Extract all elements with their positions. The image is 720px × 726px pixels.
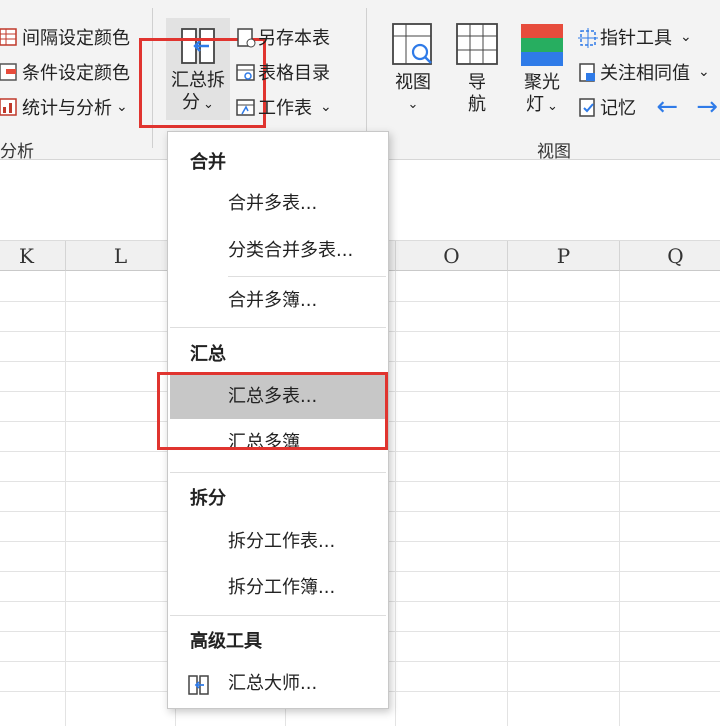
menu-item-split-workbook[interactable]: 拆分工作簿... — [170, 566, 386, 610]
stats-analysis-label: 统计与分析 — [22, 98, 112, 119]
menu-item-split-sheet[interactable]: 拆分工作表... — [170, 520, 386, 564]
memory-label: 记忆 — [600, 98, 636, 119]
grid-line — [395, 271, 396, 726]
worksheet-label: 工作表 — [258, 98, 312, 119]
chevron-down-icon: ⌄ — [320, 99, 332, 115]
memory-button[interactable]: 记忆 — [578, 94, 636, 120]
column-header-p[interactable]: P — [508, 241, 620, 271]
menu-separator — [228, 276, 386, 277]
ribbon-separator — [366, 8, 367, 148]
spotlight-button[interactable]: 聚光 灯 ⌄ — [516, 22, 568, 118]
memory-icon — [578, 98, 596, 117]
menu-header-summary: 汇总 — [190, 344, 226, 365]
condition-color-label: 条件设定颜色 — [22, 63, 130, 84]
sheet-directory-button[interactable]: 表格目录 — [236, 59, 330, 85]
navigation-button[interactable]: 导 航 — [452, 22, 502, 116]
column-header-o[interactable]: O — [396, 241, 508, 271]
grid-line — [65, 271, 66, 726]
view-button[interactable]: 视图 ⌄ — [388, 22, 438, 116]
menu-header-merge: 合并 — [190, 152, 226, 173]
interval-color-label: 间隔设定颜色 — [22, 28, 130, 49]
menu-item-summary-master[interactable]: 汇总大师... — [170, 662, 386, 706]
column-header-q[interactable]: Q — [620, 241, 720, 271]
watch-same-value-icon — [578, 63, 596, 82]
navigation-grid-icon — [455, 22, 499, 68]
chevron-down-icon: ⌄ — [698, 64, 710, 80]
save-sheet-as-button[interactable]: 另存本表 — [236, 24, 330, 50]
navigation-label-2: 航 — [468, 94, 486, 115]
watch-same-value-button[interactable]: 关注相同值 ⌄ — [578, 59, 710, 85]
grid-line — [507, 271, 508, 726]
pointer-tool-icon — [578, 28, 598, 48]
grid-line — [619, 271, 620, 726]
worksheet-button[interactable]: 工作表 ⌄ — [236, 94, 332, 120]
spotlight-label-1: 聚光 — [524, 72, 560, 93]
menu-separator — [170, 472, 386, 473]
column-header-l[interactable]: L — [66, 241, 176, 271]
menu-separator — [170, 327, 386, 328]
view-grid-icon — [391, 22, 435, 68]
menu-header-split: 拆分 — [190, 488, 226, 509]
sheet-directory-label: 表格目录 — [258, 63, 330, 84]
stats-icon — [0, 98, 18, 116]
table-color-icon — [0, 28, 18, 46]
navigation-label-1: 导 — [468, 72, 486, 93]
menu-item-merge-workbooks[interactable]: 合并多簿... — [170, 279, 386, 323]
arrow-left-icon[interactable]: ← — [656, 92, 678, 122]
worksheet-icon — [236, 98, 255, 116]
stats-analysis-button[interactable]: 统计与分析 ⌄ — [0, 94, 128, 120]
save-sheet-icon — [236, 28, 256, 48]
view-group-label: 视图 — [537, 142, 571, 162]
interval-color-button[interactable]: 间隔设定颜色 — [0, 24, 130, 50]
menu-item-merge-sheets[interactable]: 合并多表... — [170, 182, 386, 226]
spotlight-icon — [519, 22, 565, 68]
spotlight-label-2-wrap: 灯 ⌄ — [516, 94, 568, 118]
condition-color-button[interactable]: 条件设定颜色 — [0, 59, 130, 85]
chevron-down-icon: ⌄ — [116, 99, 128, 115]
chevron-down-icon: ⌄ — [547, 99, 558, 114]
view-label: 视图 — [395, 72, 431, 93]
menu-separator — [170, 615, 386, 616]
column-header-k[interactable]: K — [0, 241, 66, 271]
sheet-directory-icon — [236, 63, 255, 81]
chevron-down-icon: ⌄ — [680, 29, 692, 45]
pointer-tool-button[interactable]: 指针工具 ⌄ — [578, 24, 692, 50]
pointer-tool-label: 指针工具 — [600, 28, 672, 49]
chevron-down-icon: ⌄ — [407, 97, 419, 112]
highlight-box-menu — [157, 372, 388, 450]
arrow-right-icon[interactable]: → — [696, 92, 718, 122]
analysis-group-label: 分析 — [0, 142, 34, 162]
menu-item-category-merge-sheets[interactable]: 分类合并多表... — [170, 229, 386, 273]
menu-header-advanced-tools: 高级工具 — [190, 631, 262, 652]
condition-color-icon — [0, 63, 18, 81]
watch-same-value-label: 关注相同值 — [600, 63, 690, 84]
save-sheet-as-label: 另存本表 — [258, 28, 330, 49]
spotlight-label-2: 灯 — [526, 94, 545, 115]
